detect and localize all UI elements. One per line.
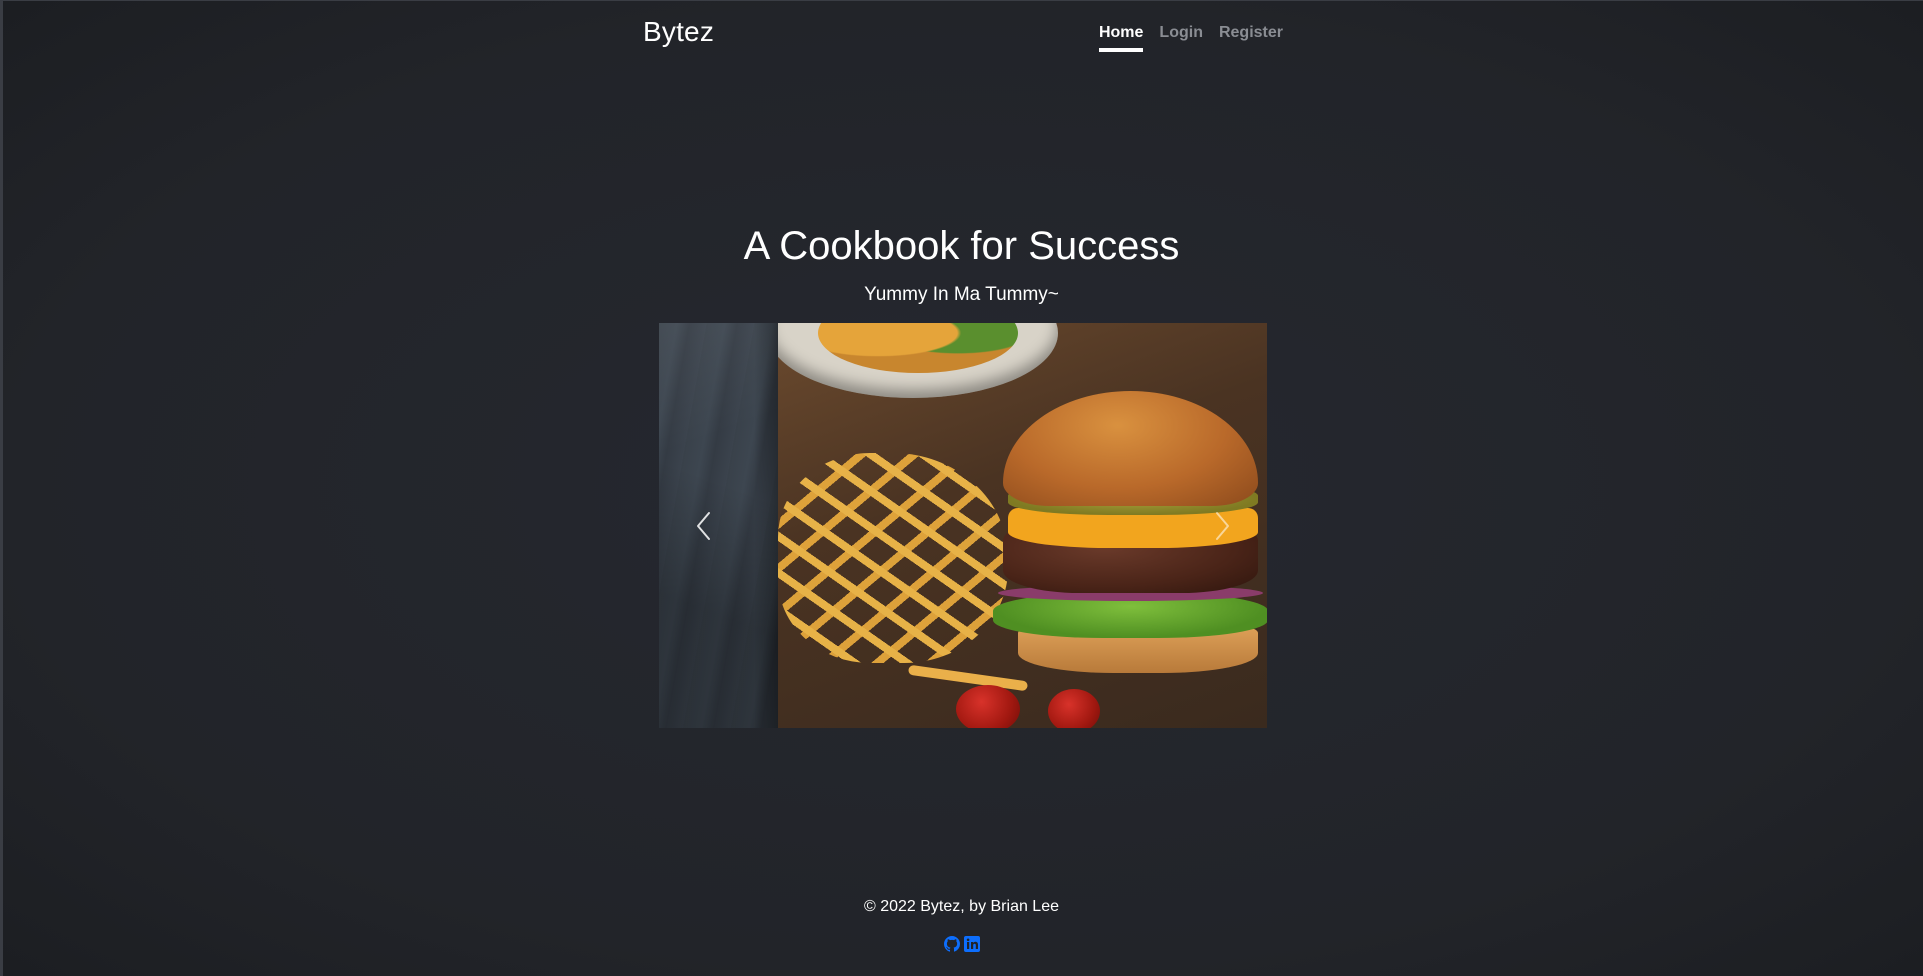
hero-section: A Cookbook for Success Yummy In Ma Tummy…	[0, 222, 1923, 306]
chevron-left-icon	[697, 511, 710, 540]
github-link[interactable]	[943, 936, 960, 952]
page-title: A Cookbook for Success	[743, 224, 1180, 268]
linkedin-icon	[963, 936, 980, 952]
ketchup-shape	[1048, 689, 1100, 728]
social-links	[0, 936, 1923, 952]
page-subtitle: Yummy In Ma Tummy~	[864, 284, 1059, 305]
image-carousel	[659, 323, 1267, 728]
nav-link-login[interactable]: Login	[1159, 24, 1203, 52]
carousel-prev-button[interactable]	[659, 323, 749, 728]
nav-link-register[interactable]: Register	[1219, 24, 1283, 52]
github-icon	[943, 936, 960, 952]
linkedin-link[interactable]	[963, 936, 980, 952]
carousel-next-button[interactable]	[1177, 323, 1267, 728]
chevron-right-icon	[1216, 511, 1229, 540]
nav-link-home[interactable]: Home	[1098, 24, 1144, 52]
brand-logo[interactable]: Bytez	[643, 16, 714, 48]
footer: © 2022 Bytez, by Brian Lee	[0, 898, 1923, 952]
navbar: Bytez Home Login Register	[643, 0, 1283, 60]
fries-shape	[778, 453, 1008, 663]
fry-stick-shape	[907, 664, 1029, 692]
ketchup-shape	[956, 685, 1020, 728]
nav-links: Home Login Register	[1098, 24, 1283, 52]
copyright-text: © 2022 Bytez, by Brian Lee	[863, 898, 1059, 915]
